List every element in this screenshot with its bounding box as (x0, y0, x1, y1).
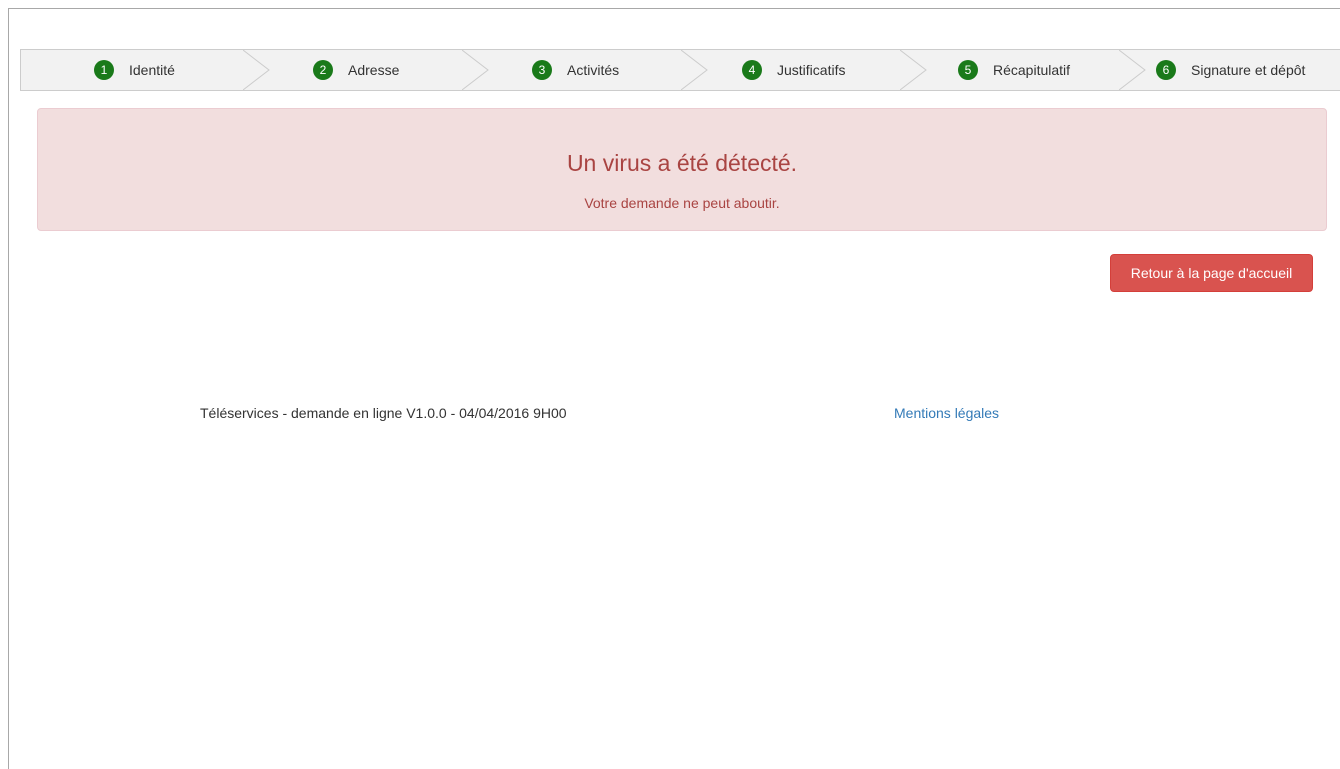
alert-message: Votre demande ne peut aboutir. (584, 195, 780, 211)
step-number-badge: 2 (313, 60, 333, 80)
step-justificatifs[interactable]: 4 Justificatifs (742, 50, 845, 90)
step-recapitulatif[interactable]: 5 Récapitulatif (958, 50, 1070, 90)
chevron-right-icon (900, 50, 927, 90)
footer-version: Téléservices - demande en ligne V1.0.0 -… (200, 405, 567, 421)
alert-title: Un virus a été détecté. (566, 150, 798, 176)
step-label: Adresse (348, 62, 400, 78)
step-number-badge: 4 (742, 60, 762, 80)
step-label: Identité (129, 62, 175, 78)
step-activites[interactable]: 3 Activités (532, 50, 619, 90)
step-number-badge: 1 (94, 60, 114, 80)
home-button[interactable]: Retour à la page d'accueil (1110, 254, 1313, 292)
chevron-right-icon (462, 50, 489, 90)
step-label: Justificatifs (777, 62, 846, 78)
legal-notice-link[interactable]: Mentions légales (894, 405, 999, 421)
step-label: Récapitulatif (993, 62, 1071, 78)
step-number-badge: 6 (1156, 60, 1176, 80)
step-number-badge: 3 (532, 60, 552, 80)
step-signature-depot[interactable]: 6 Signature et dépôt (1156, 50, 1305, 90)
step-label: Activités (567, 62, 620, 78)
chevron-right-icon (1119, 50, 1146, 90)
step-number-badge: 5 (958, 60, 978, 80)
chevron-right-icon (243, 50, 270, 90)
step-adresse[interactable]: 2 Adresse (313, 50, 399, 90)
step-label: Signature et dépôt (1191, 62, 1306, 78)
wizard-steps: 1 Identité 2 Adresse 3 Activités 4 Justi… (20, 49, 1340, 91)
step-identite[interactable]: 1 Identité (94, 50, 175, 90)
virus-alert: Un virus a été détecté. Votre demande ne… (37, 108, 1327, 231)
chevron-right-icon (681, 50, 708, 90)
